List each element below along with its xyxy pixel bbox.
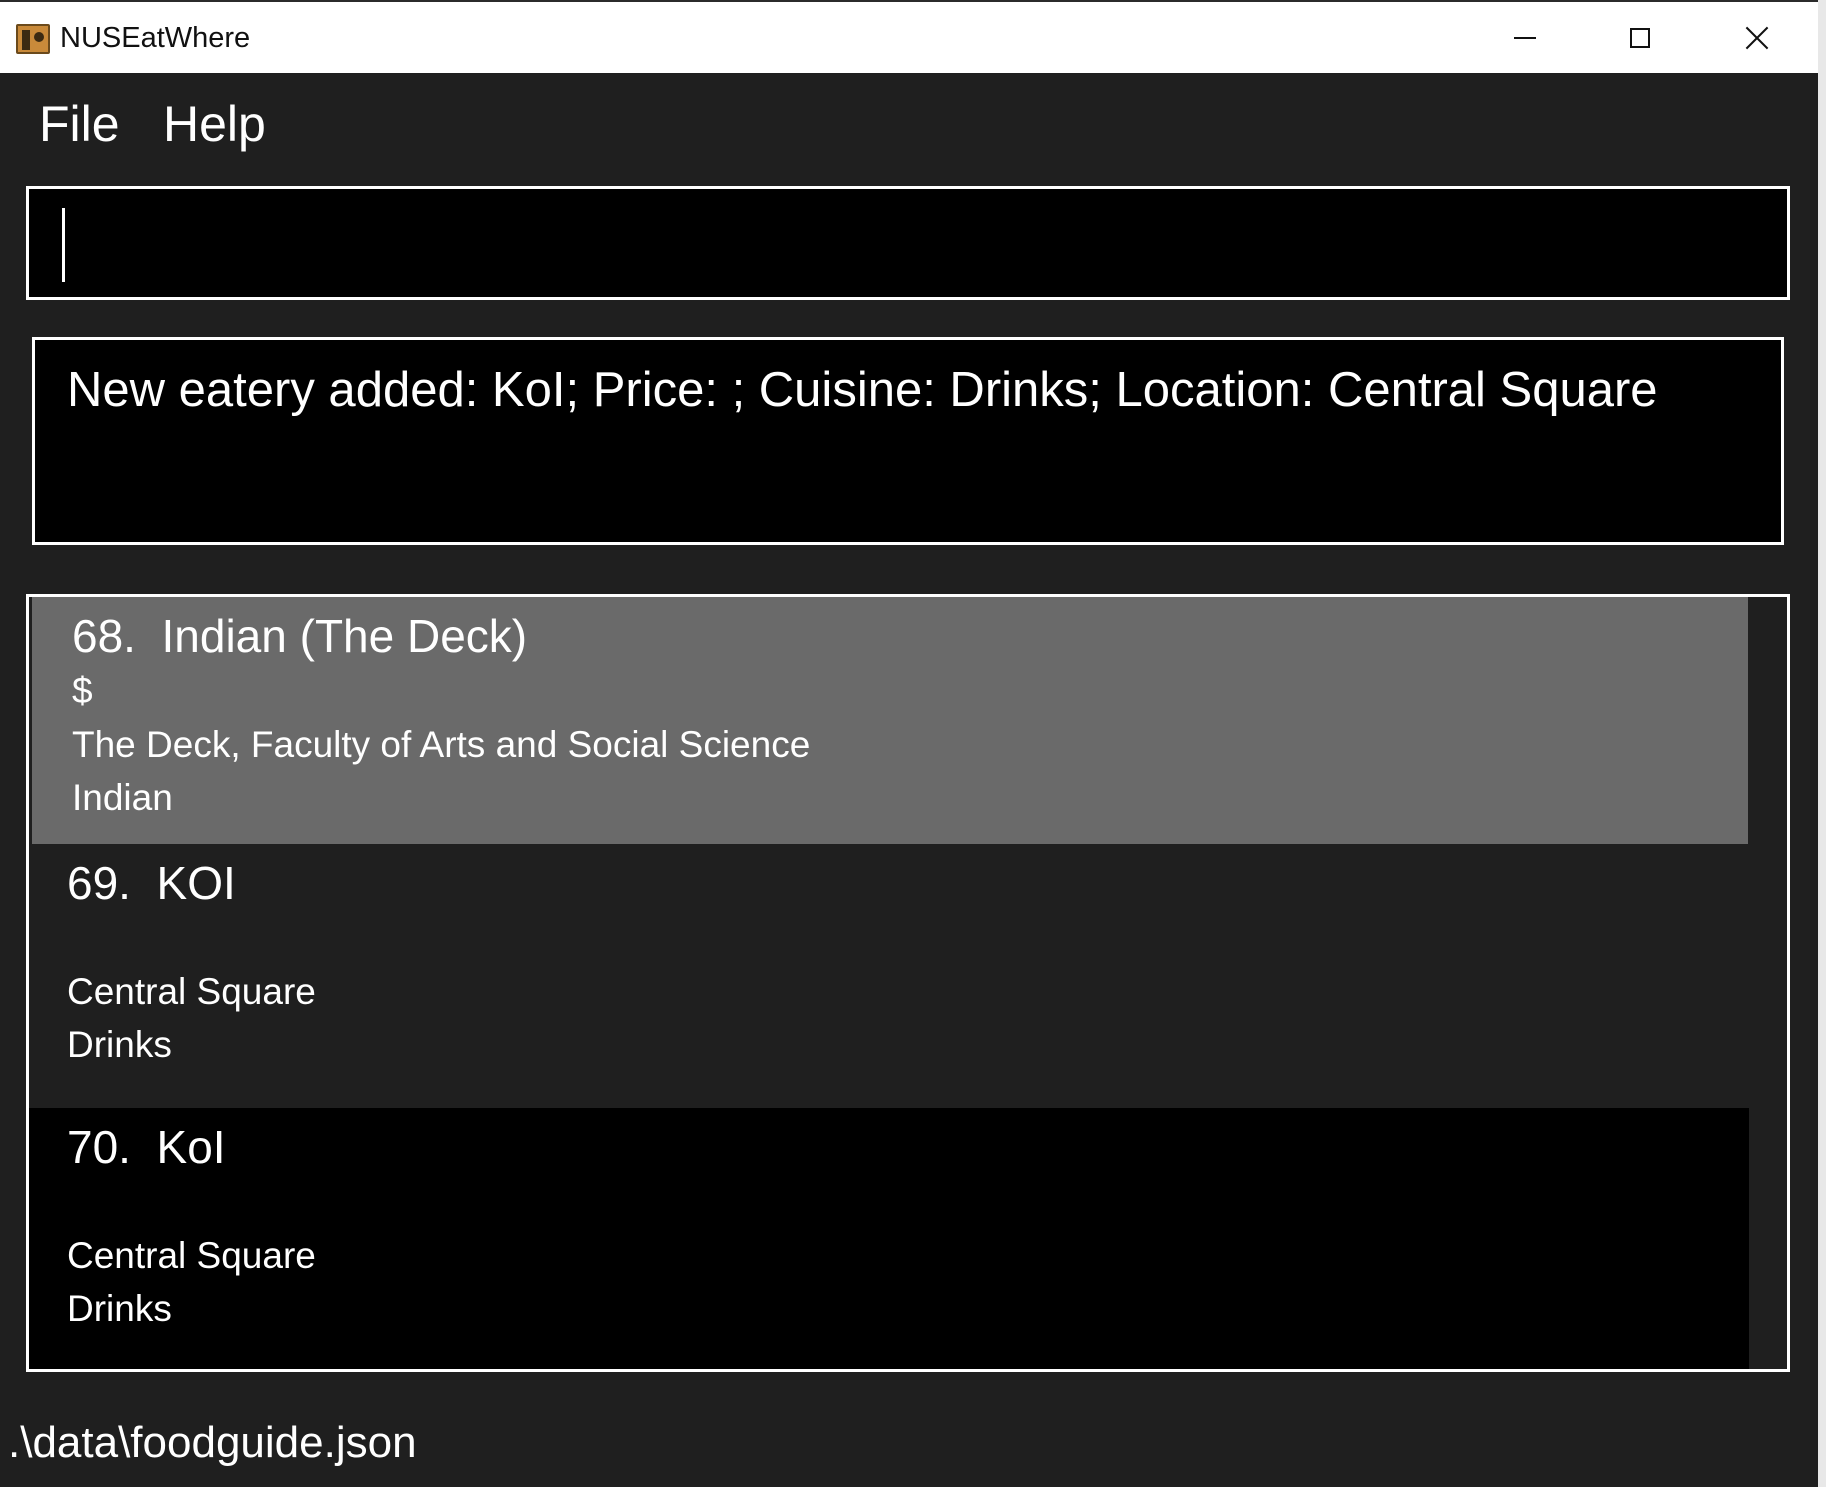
address-book-icon	[16, 24, 50, 54]
title-bar[interactable]: NUSEatWhere	[0, 0, 1818, 73]
eatery-location: Central Square	[67, 971, 316, 1012]
eatery-category: Drinks	[67, 1288, 172, 1329]
app-window: NUSEatWhere File Help New eatery added: …	[0, 0, 1818, 1487]
list-scrollbar[interactable]	[1749, 597, 1787, 1369]
eatery-index: 69.	[67, 857, 131, 909]
eatery-name: KoI	[156, 1121, 226, 1173]
text-caret	[62, 208, 65, 282]
eatery-title: 69. KOI	[67, 856, 236, 910]
maximize-icon	[1630, 28, 1650, 48]
eatery-title: 68. Indian (The Deck)	[72, 609, 527, 663]
command-box	[26, 186, 1790, 300]
eatery-category: Drinks	[67, 1024, 172, 1065]
eatery-category: Indian	[72, 777, 173, 818]
maximize-button[interactable]	[1595, 16, 1685, 60]
minimize-icon	[1514, 37, 1536, 39]
minimize-button[interactable]	[1480, 16, 1570, 60]
save-file-path: .\data\foodguide.json	[8, 1418, 417, 1467]
status-bar: .\data\foodguide.json	[0, 1400, 1818, 1487]
eatery-card[interactable]: 69. KOI Central Square Drinks	[29, 844, 1749, 1108]
eatery-price: $	[72, 670, 93, 711]
eatery-title: 70. KoI	[67, 1120, 226, 1174]
eatery-name: KOI	[156, 857, 236, 909]
menu-help[interactable]: Help	[163, 95, 266, 153]
command-input[interactable]	[59, 207, 1763, 281]
close-button[interactable]	[1712, 16, 1802, 60]
eatery-name: Indian (The Deck)	[161, 610, 528, 662]
eatery-index: 68.	[72, 610, 136, 662]
eatery-list[interactable]: 68. Indian (The Deck) $ The Deck, Facult…	[26, 594, 1790, 1372]
result-display: New eatery added: KoI; Price: ; Cuisine:…	[32, 337, 1784, 545]
eatery-location: The Deck, Faculty of Arts and Social Sci…	[72, 724, 811, 765]
eatery-location: Central Square	[67, 1235, 316, 1276]
eatery-card[interactable]: 70. KoI Central Square Drinks	[29, 1108, 1749, 1369]
window-title: NUSEatWhere	[60, 22, 251, 54]
menu-file[interactable]: File	[39, 95, 120, 153]
menu-bar: File Help	[0, 73, 1818, 173]
eatery-index: 70.	[67, 1121, 131, 1173]
close-icon	[1745, 26, 1769, 50]
eatery-card[interactable]: 68. Indian (The Deck) $ The Deck, Facult…	[32, 597, 1748, 844]
result-message: New eatery added: KoI; Price: ; Cuisine:…	[67, 363, 1658, 417]
window-edge	[1818, 0, 1826, 1487]
